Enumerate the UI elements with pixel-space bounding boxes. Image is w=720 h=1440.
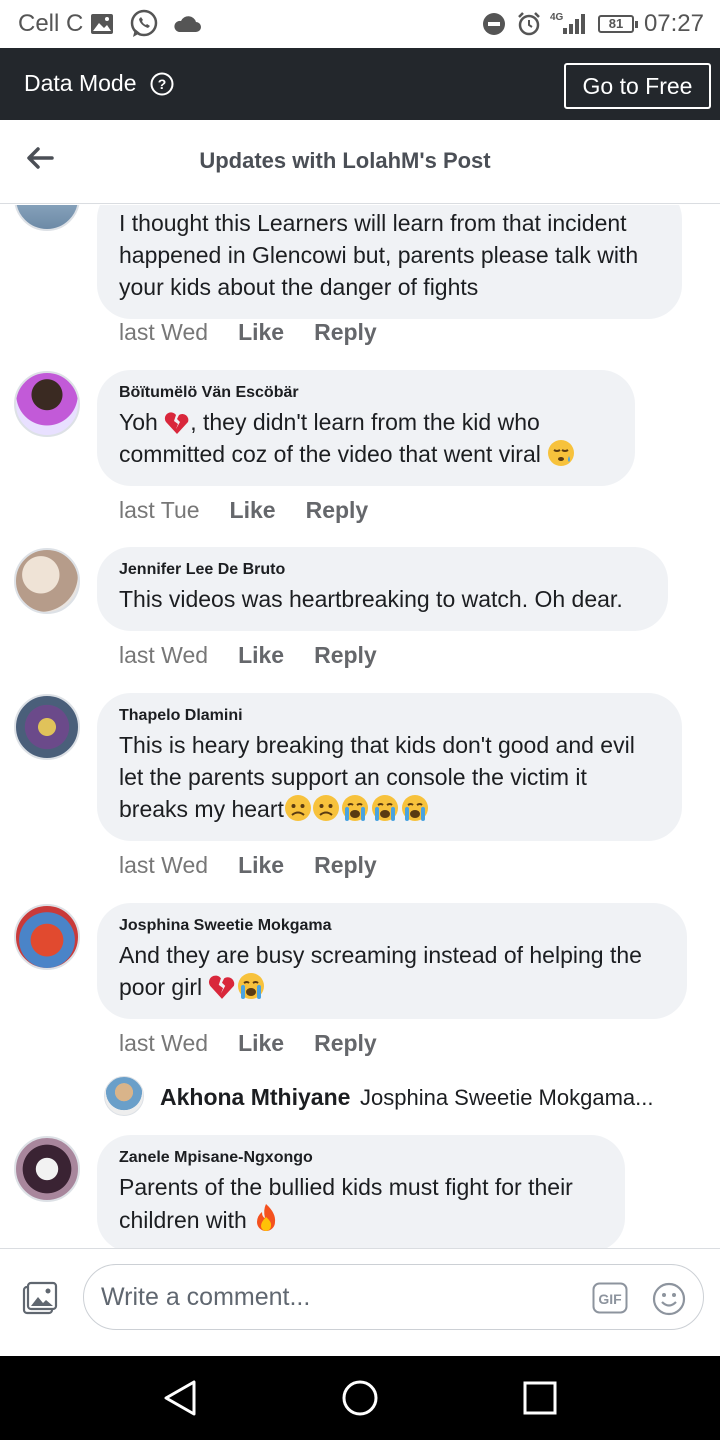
home-nav-icon[interactable] — [341, 1378, 379, 1418]
like-button[interactable]: Like — [238, 319, 284, 346]
battery-indicator: 81 — [598, 15, 638, 33]
sleepy-face-emoji-icon — [548, 440, 575, 466]
back-nav-icon[interactable] — [162, 1378, 198, 1418]
page-title: Updates with LolahM's Post — [199, 148, 491, 173]
comment-time: last Wed — [119, 852, 209, 878]
reply-button[interactable]: Reply — [314, 1030, 377, 1057]
crying-face-emoji-icon — [401, 795, 428, 821]
comment-actions: last Wed Like Reply — [119, 319, 377, 346]
comment-bubble[interactable]: Zanele Mpisane-Ngxongo Parents of the bu… — [97, 1135, 625, 1248]
help-icon[interactable]: ? — [150, 72, 174, 96]
avatar[interactable] — [104, 1076, 144, 1116]
comment-bubble[interactable]: Josphina Sweetie Mokgama And they are bu… — [97, 903, 687, 1019]
comment-text-part: Parents of the bullied kids must fight f… — [119, 1174, 573, 1233]
photo-icon[interactable] — [22, 1281, 58, 1315]
reply-button[interactable]: Reply — [314, 642, 377, 669]
avatar[interactable] — [14, 205, 80, 231]
avatar[interactable] — [14, 1136, 80, 1202]
like-button[interactable]: Like — [238, 852, 284, 879]
comment-time: last Tue — [119, 497, 200, 523]
worried-face-emoji-icon — [312, 795, 339, 821]
comment-bubble[interactable]: Jennifer Lee De Bruto This videos was he… — [97, 547, 668, 631]
comment-time: last Wed — [119, 319, 209, 345]
cloud-icon — [174, 16, 201, 32]
reply-button[interactable]: Reply — [314, 319, 377, 346]
comment-text: Parents of the bullied kids must fight f… — [119, 1171, 603, 1236]
crying-face-emoji-icon — [371, 795, 398, 821]
carrier-name: Cell C — [18, 10, 84, 37]
crying-face-emoji-icon — [341, 795, 368, 821]
reply-author-name[interactable]: Akhona Mthiyane — [160, 1084, 350, 1111]
like-button[interactable]: Like — [238, 1030, 284, 1057]
avatar[interactable] — [14, 694, 80, 760]
system-navigation-bar — [0, 1356, 720, 1440]
reply-preview[interactable]: Akhona Mthiyane Josphina Sweetie Mokgama… — [104, 1076, 704, 1116]
status-bar: Cell C 4G 81 07:27 — [0, 0, 720, 48]
comment-text-part: And they are busy screaming instead of h… — [119, 942, 642, 1000]
gallery-notification-icon — [91, 14, 113, 34]
comment-bubble[interactable]: Thapelo Dlamini This is heary breaking t… — [97, 693, 682, 841]
comment-time: last Wed — [119, 1030, 209, 1056]
page-header: Updates with LolahM's Post — [0, 120, 720, 204]
comment-bubble[interactable]: I thought this Learners will learn from … — [97, 205, 682, 319]
gif-icon[interactable]: GIF — [592, 1282, 628, 1314]
worried-face-emoji-icon — [284, 795, 311, 821]
signal-icon — [563, 14, 585, 34]
comment-composer: GIF — [0, 1248, 720, 1356]
comment-text: Yoh , they didn't learn from the kid who… — [119, 406, 613, 470]
commenter-name[interactable]: Jennifer Lee De Bruto — [119, 561, 646, 579]
comment-actions: last Wed Like Reply — [119, 642, 377, 669]
commenter-name[interactable]: Zanele Mpisane-Ngxongo — [119, 1149, 603, 1167]
fire-emoji-icon — [257, 1204, 276, 1231]
comment-time: last Wed — [119, 642, 209, 668]
broken-heart-emoji-icon — [165, 412, 189, 434]
comment-text: This videos was heartbreaking to watch. … — [119, 586, 623, 612]
commenter-name[interactable]: Thapelo Dlamini — [119, 707, 660, 725]
comment-actions: last Wed Like Reply — [119, 1030, 377, 1057]
comment-actions: last Tue Like Reply — [119, 497, 368, 524]
avatar[interactable] — [14, 371, 80, 437]
emoji-picker-icon[interactable] — [652, 1282, 686, 1316]
reply-button[interactable]: Reply — [314, 852, 377, 879]
whatsapp-icon — [130, 9, 158, 37]
clock: 07:27 — [643, 10, 704, 37]
broken-heart-emoji-icon — [209, 975, 235, 999]
like-button[interactable]: Like — [230, 497, 276, 524]
data-mode-label: Data Mode — [24, 70, 137, 96]
crying-face-emoji-icon — [238, 973, 265, 999]
comment-bubble[interactable]: Böïtumëlö Vän Escöbär Yoh , they didn't … — [97, 370, 635, 486]
recents-nav-icon[interactable] — [522, 1378, 558, 1418]
avatar[interactable] — [14, 904, 80, 970]
reply-button[interactable]: Reply — [306, 497, 369, 524]
like-button[interactable]: Like — [238, 642, 284, 669]
svg-text:?: ? — [158, 76, 167, 92]
reply-text: Josphina Sweetie Mokgama... — [360, 1085, 654, 1110]
alarm-icon — [518, 12, 540, 36]
svg-text:GIF: GIF — [598, 1291, 622, 1307]
do-not-disturb-icon — [483, 13, 505, 35]
comment-text: I thought this Learners will learn from … — [119, 210, 639, 300]
avatar[interactable] — [14, 548, 80, 614]
comment-text-part: Yoh — [119, 409, 165, 435]
commenter-name[interactable]: Böïtumëlö Vän Escöbär — [119, 384, 613, 402]
comment-text: And they are busy screaming instead of h… — [119, 939, 665, 1003]
go-to-free-button[interactable]: Go to Free — [564, 63, 711, 109]
commenter-name[interactable]: Josphina Sweetie Mokgama — [119, 917, 665, 935]
comments-feed[interactable]: I thought this Learners will learn from … — [0, 205, 720, 1248]
comment-actions: last Wed Like Reply — [119, 852, 377, 879]
comment-text: This is heary breaking that kids don't g… — [119, 729, 660, 825]
